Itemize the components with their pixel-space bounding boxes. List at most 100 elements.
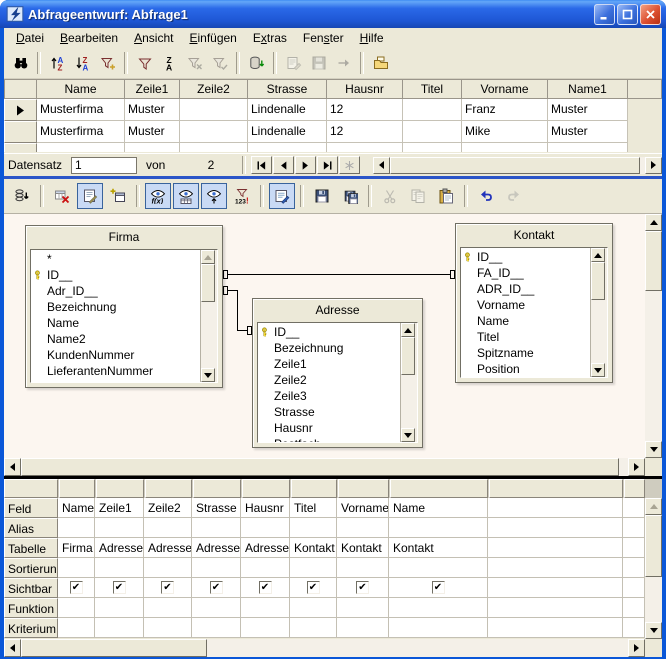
scrollbar-thumb[interactable] bbox=[390, 157, 640, 174]
delete-column-button[interactable] bbox=[49, 183, 75, 209]
grid-column-header[interactable] bbox=[96, 479, 144, 498]
grid-cell[interactable]: Kontakt bbox=[290, 538, 337, 558]
sichtbar-checkbox[interactable]: ✔ bbox=[161, 581, 174, 594]
design-view-button[interactable] bbox=[77, 183, 103, 209]
cell[interactable] bbox=[327, 143, 403, 152]
grid-cell[interactable]: ✔ bbox=[290, 578, 337, 598]
grid-cell[interactable]: Kontakt bbox=[389, 538, 488, 558]
grid-cell[interactable] bbox=[192, 558, 241, 578]
grid-cell[interactable]: ✔ bbox=[144, 578, 192, 598]
row-label[interactable]: Sortierung bbox=[4, 558, 58, 578]
row-label[interactable]: Kriterium bbox=[4, 618, 58, 638]
field-item[interactable]: Hausnr bbox=[258, 420, 400, 436]
show-functions-button[interactable]: f(x) bbox=[145, 183, 171, 209]
cell[interactable] bbox=[462, 143, 548, 152]
grid-cell-empty[interactable] bbox=[623, 598, 645, 618]
sichtbar-checkbox[interactable]: ✔ bbox=[307, 581, 320, 594]
grid-cell[interactable] bbox=[58, 558, 95, 578]
cell[interactable]: Musterfirma bbox=[37, 121, 125, 143]
field-item[interactable]: FA_ID__ bbox=[461, 265, 590, 281]
scroll-down-icon[interactable] bbox=[645, 622, 662, 639]
grid-cell[interactable] bbox=[58, 618, 95, 638]
grid-cell[interactable] bbox=[58, 598, 95, 618]
distinct-values-button[interactable]: 123! bbox=[229, 183, 255, 209]
find-button[interactable] bbox=[9, 52, 32, 75]
grid-cell[interactable] bbox=[290, 618, 337, 638]
scroll-up-icon[interactable] bbox=[591, 248, 605, 262]
grid-column-header[interactable] bbox=[59, 479, 95, 498]
sort-ascending-button[interactable]: AZ bbox=[46, 52, 69, 75]
cell[interactable]: Muster bbox=[125, 121, 180, 143]
grid-cell[interactable] bbox=[192, 598, 241, 618]
grid-cell[interactable] bbox=[241, 618, 290, 638]
grid-cell[interactable]: Vorname bbox=[337, 498, 389, 518]
grid-cell[interactable]: Adresse bbox=[241, 538, 290, 558]
scroll-left-icon[interactable] bbox=[373, 157, 390, 174]
paste-button[interactable] bbox=[433, 183, 459, 209]
scrollbar-thumb[interactable] bbox=[645, 231, 662, 291]
sort-za-button[interactable]: ZA bbox=[158, 52, 181, 75]
field-item[interactable]: ID__ bbox=[461, 249, 590, 265]
filter-new-button[interactable] bbox=[96, 52, 119, 75]
sichtbar-checkbox[interactable]: ✔ bbox=[356, 581, 369, 594]
menu-item-ansicht[interactable]: Ansicht bbox=[126, 29, 181, 47]
grid-cell[interactable] bbox=[290, 598, 337, 618]
field-item[interactable]: Postfach bbox=[258, 436, 400, 442]
grid-column-header[interactable] bbox=[489, 479, 623, 498]
grid-cell[interactable] bbox=[144, 618, 192, 638]
scroll-right-icon[interactable] bbox=[628, 458, 645, 476]
grid-cell[interactable]: ✔ bbox=[389, 578, 488, 598]
grid-cell[interactable] bbox=[337, 618, 389, 638]
save-all-button[interactable] bbox=[337, 183, 363, 209]
sichtbar-checkbox[interactable]: ✔ bbox=[259, 581, 272, 594]
field-list-scrollbar[interactable] bbox=[200, 250, 217, 382]
grid-cell[interactable]: Titel bbox=[290, 498, 337, 518]
scroll-down-icon[interactable] bbox=[401, 428, 415, 442]
scrollbar-thumb[interactable] bbox=[21, 639, 207, 657]
grid-cell[interactable]: Kontakt bbox=[337, 538, 389, 558]
grid-cell[interactable] bbox=[95, 558, 144, 578]
field-item[interactable]: * bbox=[31, 251, 200, 267]
grid-cell[interactable] bbox=[144, 518, 192, 538]
cell[interactable]: Muster bbox=[548, 121, 628, 143]
previous-record-button[interactable] bbox=[273, 156, 294, 174]
sichtbar-checkbox[interactable]: ✔ bbox=[113, 581, 126, 594]
field-item[interactable]: Vorname bbox=[461, 297, 590, 313]
grid-cell-empty[interactable] bbox=[623, 498, 645, 518]
scroll-right-icon[interactable] bbox=[628, 639, 645, 657]
minimize-button[interactable] bbox=[594, 4, 615, 25]
maximize-button[interactable] bbox=[617, 4, 638, 25]
grid-cell-empty[interactable] bbox=[623, 618, 645, 638]
open-table-button[interactable] bbox=[369, 52, 392, 75]
grid-cell[interactable] bbox=[389, 598, 488, 618]
grid-cell[interactable] bbox=[389, 518, 488, 538]
grid-cell-empty[interactable] bbox=[488, 618, 623, 638]
grid-cell-empty[interactable] bbox=[623, 558, 645, 578]
column-header-vorname[interactable]: Vorname bbox=[462, 79, 548, 99]
filter-button[interactable] bbox=[133, 52, 156, 75]
grid-cell[interactable] bbox=[389, 558, 488, 578]
menu-item-datei[interactable]: Datei bbox=[8, 29, 52, 47]
grid-cell[interactable] bbox=[290, 558, 337, 578]
grid-cell-empty[interactable] bbox=[623, 538, 645, 558]
grid-cell[interactable] bbox=[192, 618, 241, 638]
datasheet-horizontal-scrollbar[interactable] bbox=[373, 157, 662, 174]
grid-cell-empty[interactable] bbox=[623, 518, 645, 538]
field-item[interactable]: Name2 bbox=[31, 331, 200, 347]
field-item[interactable]: Bezeichnung bbox=[31, 299, 200, 315]
grid-cell[interactable] bbox=[95, 598, 144, 618]
grid-cell[interactable]: Firma bbox=[58, 538, 95, 558]
field-item[interactable]: LieferantenNummer bbox=[31, 363, 200, 379]
field-item[interactable]: Strasse bbox=[258, 404, 400, 420]
scroll-up-icon[interactable] bbox=[645, 498, 662, 515]
diagram-horizontal-scrollbar[interactable] bbox=[4, 458, 645, 476]
cell[interactable]: Musterfirma bbox=[37, 99, 125, 121]
cell[interactable] bbox=[548, 143, 628, 152]
column-header-name1[interactable]: Name1 bbox=[548, 79, 628, 99]
grid-cell[interactable]: Hausnr bbox=[241, 498, 290, 518]
scroll-up-icon[interactable] bbox=[201, 250, 215, 264]
grid-horizontal-scrollbar[interactable] bbox=[4, 639, 662, 657]
grid-cell-empty[interactable] bbox=[488, 558, 623, 578]
grid-cell[interactable]: Strasse bbox=[192, 498, 241, 518]
grid-cell[interactable] bbox=[241, 598, 290, 618]
